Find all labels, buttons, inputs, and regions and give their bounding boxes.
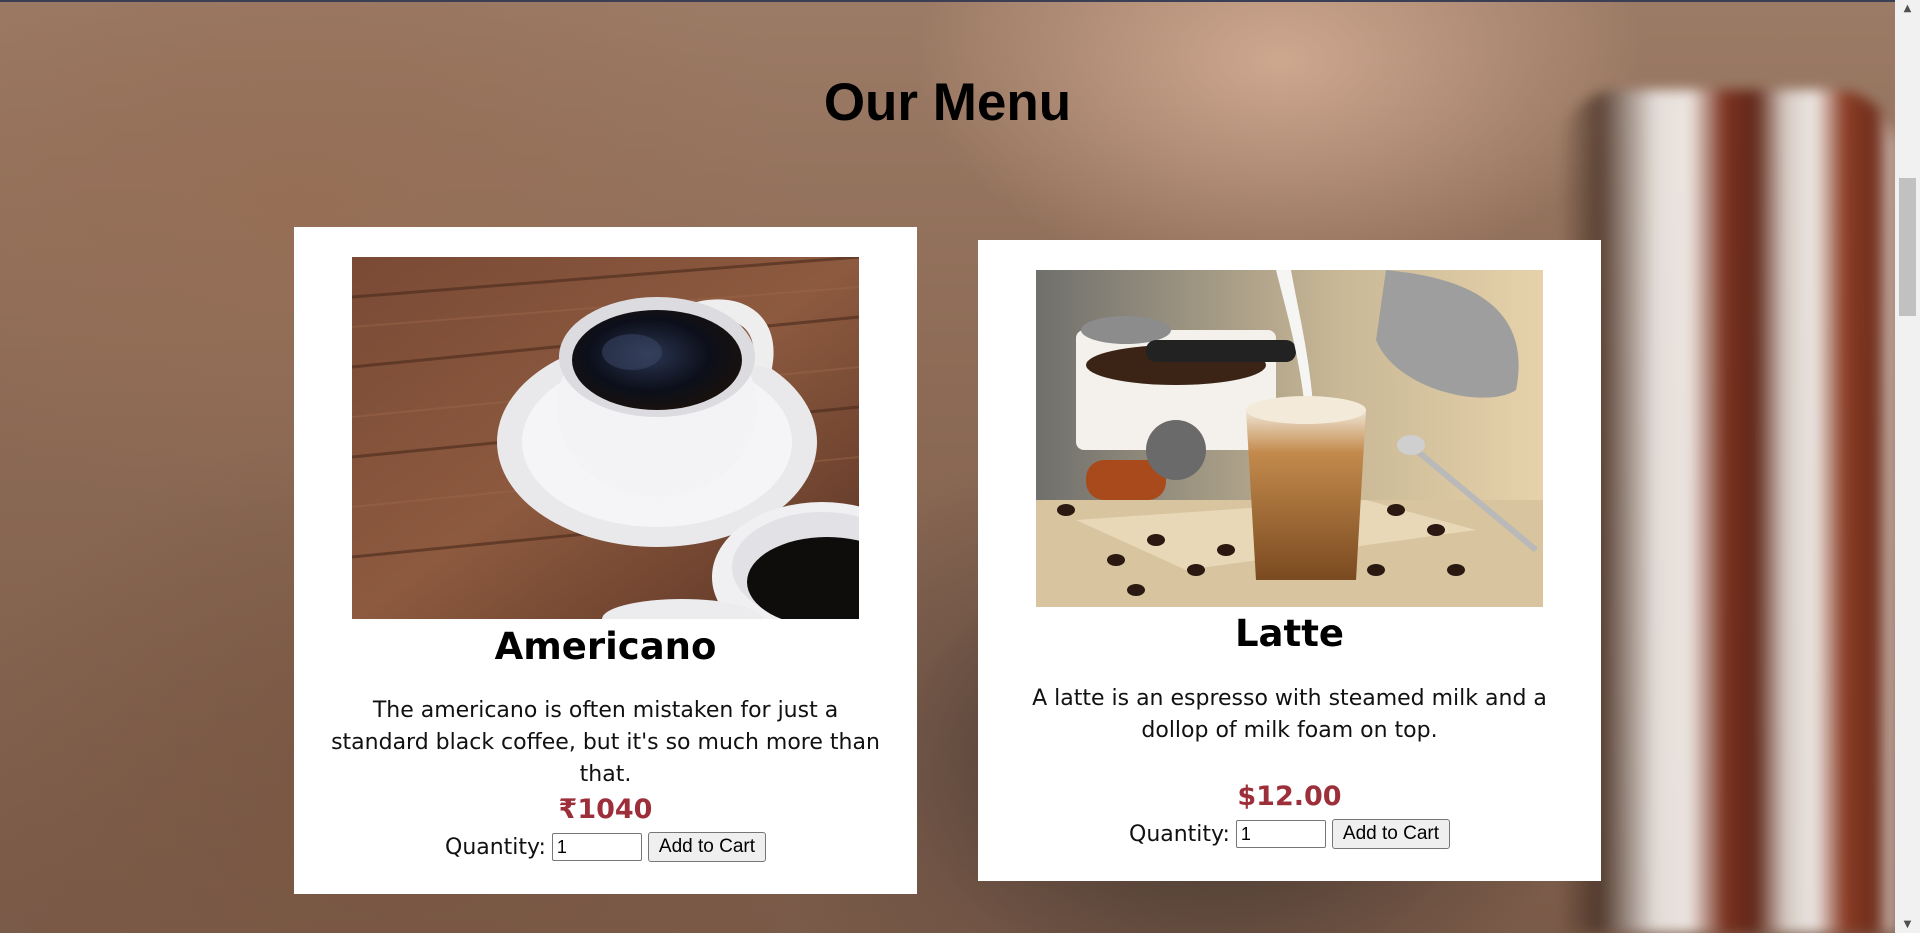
quantity-input[interactable]: [551, 833, 642, 861]
add-to-cart-button[interactable]: Add to Cart: [647, 832, 766, 862]
item-description: A latte is an espresso with steamed milk…: [1032, 686, 1547, 743]
menu-card-americano: Americano The americano is often mistake…: [294, 227, 917, 894]
quantity-input[interactable]: [1235, 820, 1326, 848]
quantity-label: Quantity:: [445, 834, 546, 860]
quantity-row: Quantity: Add to Cart: [978, 819, 1601, 849]
background-decor: [1560, 90, 1895, 933]
scrollbar-thumb[interactable]: [1899, 178, 1916, 316]
scroll-up-arrow-icon[interactable]: ▲: [1895, 0, 1920, 17]
item-name: Latte: [1234, 612, 1344, 655]
add-to-cart-button[interactable]: Add to Cart: [1331, 819, 1450, 849]
quantity-label: Quantity:: [1129, 821, 1230, 847]
menu-card-latte: Latte A latte is an espresso with steame…: [978, 240, 1601, 881]
quantity-row: Quantity: Add to Cart: [294, 832, 917, 862]
americano-photo: [352, 257, 859, 619]
page-title: Our Menu: [823, 73, 1072, 132]
blurred-cafe-background: [0, 0, 1895, 933]
vertical-scrollbar[interactable]: ▲ ▼: [1895, 0, 1920, 933]
top-border: [0, 0, 1920, 2]
item-name: Americano: [494, 625, 717, 668]
item-price: $12.00: [1237, 781, 1342, 812]
item-description: The americano is often mistaken for just…: [331, 698, 880, 787]
item-price: ₹1040: [558, 794, 653, 825]
latte-photo: [1036, 270, 1543, 607]
scroll-down-arrow-icon[interactable]: ▼: [1895, 916, 1920, 933]
